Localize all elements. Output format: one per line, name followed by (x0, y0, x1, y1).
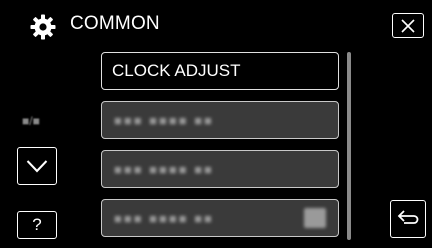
help-label: ? (32, 215, 42, 234)
return-icon (397, 210, 419, 224)
toggle-icon (304, 208, 326, 228)
help-button[interactable]: ? (17, 211, 57, 239)
back-button[interactable] (390, 200, 426, 238)
scrollbar[interactable] (347, 52, 351, 240)
page-indicator: ■/■ (22, 114, 40, 128)
scroll-down-button[interactable] (17, 147, 57, 185)
close-button[interactable] (392, 13, 424, 38)
menu-item[interactable]: ■■■ ■■■■ ■■ (101, 101, 339, 139)
menu-item-label: ■■■ ■■■■ ■■ (114, 112, 214, 128)
header: COMMON (0, 0, 432, 44)
menu-item-label: CLOCK ADJUST (112, 61, 241, 80)
menu-item-label: ■■■ ■■■■ ■■ (114, 161, 214, 177)
menu-item-label: ■■■ ■■■■ ■■ (114, 210, 214, 226)
close-icon (401, 18, 415, 33)
page-title: COMMON (70, 13, 160, 34)
menu-item-clock-adjust[interactable]: CLOCK ADJUST (101, 52, 339, 90)
menu-item[interactable]: ■■■ ■■■■ ■■ (101, 199, 339, 237)
menu-item[interactable]: ■■■ ■■■■ ■■ (101, 150, 339, 188)
gear-icon (30, 14, 56, 40)
chevron-down-icon (26, 160, 48, 173)
